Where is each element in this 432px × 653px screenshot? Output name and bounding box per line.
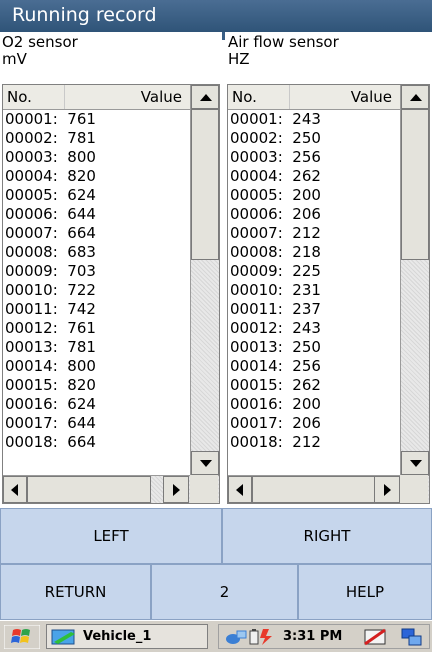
arrow-down-icon — [200, 460, 212, 467]
page-button[interactable]: 2 — [151, 564, 298, 620]
left-rows: 00001: 761 00002: 781 00003: 800 00004: … — [5, 110, 96, 452]
list-item[interactable]: 00002: 781 — [5, 129, 96, 148]
list-item[interactable]: 00007: 664 — [5, 224, 96, 243]
left-horizontal-scrollbar[interactable] — [3, 475, 219, 503]
left-sensor-header: O2 sensor mV — [2, 34, 78, 68]
list-item[interactable]: 00016: 624 — [5, 395, 96, 414]
right-horizontal-scrollbar[interactable] — [228, 475, 429, 503]
list-item[interactable]: 00013: 250 — [230, 338, 321, 357]
arrow-up-icon — [200, 94, 212, 101]
horizontal-scroll-thumb[interactable] — [252, 476, 376, 503]
scroll-right-button[interactable] — [374, 476, 400, 503]
list-item[interactable]: 00001: 761 — [5, 110, 96, 129]
right-vertical-scrollbar[interactable] — [400, 85, 429, 475]
list-item[interactable]: 00016: 200 — [230, 395, 321, 414]
right-sensor-unit: HZ — [228, 50, 250, 68]
column-value[interactable]: Value — [65, 85, 190, 109]
list-item[interactable]: 00003: 800 — [5, 148, 96, 167]
battery-icon[interactable] — [249, 628, 279, 650]
list-item[interactable]: 00001: 243 — [230, 110, 321, 129]
list-item[interactable]: 00009: 703 — [5, 262, 96, 281]
scroll-left-button[interactable] — [228, 476, 252, 503]
network-icon[interactable] — [225, 628, 247, 650]
list-item[interactable]: 00010: 722 — [5, 281, 96, 300]
list-item[interactable]: 00008: 218 — [230, 243, 321, 262]
taskbar-vehicle-label: Vehicle_1 — [83, 629, 152, 644]
list-item[interactable]: 00010: 231 — [230, 281, 321, 300]
arrow-down-icon — [410, 460, 422, 467]
list-item[interactable]: 00004: 262 — [230, 167, 321, 186]
list-item[interactable]: 00013: 781 — [5, 338, 96, 357]
arrow-right-icon — [384, 484, 391, 496]
list-item[interactable]: 00008: 683 — [5, 243, 96, 262]
help-button[interactable]: HELP — [298, 564, 432, 620]
right-button[interactable]: RIGHT — [222, 508, 432, 564]
scroll-up-button[interactable] — [401, 85, 429, 109]
windows-start-icon[interactable] — [3, 624, 41, 650]
clock[interactable]: 3:31 PM — [283, 629, 342, 644]
arrow-left-icon — [11, 484, 18, 496]
arrow-up-icon — [410, 94, 422, 101]
list-item[interactable]: 00007: 212 — [230, 224, 321, 243]
right-sensor-header: Air flow sensor HZ — [228, 34, 339, 68]
list-item[interactable]: 00015: 262 — [230, 376, 321, 395]
list-item[interactable]: 00006: 644 — [5, 205, 96, 224]
list-item[interactable]: 00018: 212 — [230, 433, 321, 452]
connection-icon[interactable] — [401, 628, 423, 650]
scrollbar-corner — [190, 475, 218, 503]
list-item[interactable]: 00017: 206 — [230, 414, 321, 433]
scroll-down-button[interactable] — [191, 451, 219, 475]
right-record-list[interactable]: No. Value 00001: 243 00002: 250 00003: 2… — [227, 84, 430, 504]
no-sync-icon[interactable] — [363, 628, 389, 650]
list-item[interactable]: 00018: 664 — [5, 433, 96, 452]
right-list-header: No. Value — [228, 85, 400, 110]
left-button[interactable]: LEFT — [0, 508, 222, 564]
list-item[interactable]: 00002: 250 — [230, 129, 321, 148]
return-button[interactable]: RETURN — [0, 564, 151, 620]
right-rows: 00001: 243 00002: 250 00003: 256 00004: … — [230, 110, 321, 452]
left-sensor-unit: mV — [2, 50, 27, 68]
scroll-thumb[interactable] — [191, 109, 219, 260]
left-list-header: No. Value — [3, 85, 190, 110]
left-vertical-scrollbar[interactable] — [190, 85, 219, 475]
column-no[interactable]: No. — [228, 85, 290, 109]
scroll-up-button[interactable] — [191, 85, 219, 109]
list-item[interactable]: 00003: 256 — [230, 148, 321, 167]
list-item[interactable]: 00011: 742 — [5, 300, 96, 319]
list-item[interactable]: 00011: 237 — [230, 300, 321, 319]
column-value[interactable]: Value — [290, 85, 400, 109]
left-sensor-name: O2 sensor — [2, 33, 78, 51]
list-item[interactable]: 00017: 644 — [5, 414, 96, 433]
list-item[interactable]: 00012: 761 — [5, 319, 96, 338]
header-divider — [222, 32, 225, 40]
list-item[interactable]: 00004: 820 — [5, 167, 96, 186]
scroll-thumb[interactable] — [401, 109, 429, 260]
right-sensor-name: Air flow sensor — [228, 33, 339, 51]
column-no[interactable]: No. — [3, 85, 65, 109]
list-item[interactable]: 00012: 243 — [230, 319, 321, 338]
scroll-down-button[interactable] — [401, 451, 429, 475]
list-item[interactable]: 00006: 206 — [230, 205, 321, 224]
window-title: Running record — [12, 4, 157, 26]
taskbar: Vehicle_1 3:31 PM — [0, 620, 432, 652]
arrow-right-icon — [173, 484, 180, 496]
horizontal-scroll-thumb[interactable] — [27, 476, 151, 503]
list-item[interactable]: 00014: 256 — [230, 357, 321, 376]
arrow-left-icon — [236, 484, 243, 496]
scroll-left-button[interactable] — [3, 476, 27, 503]
list-item[interactable]: 00005: 624 — [5, 186, 96, 205]
scroll-right-button[interactable] — [163, 476, 189, 503]
system-tray: 3:31 PM — [218, 624, 430, 649]
vehicle-app-icon — [51, 628, 79, 650]
scrollbar-corner — [400, 475, 428, 503]
left-record-list[interactable]: No. Value 00001: 761 00002: 781 00003: 8… — [2, 84, 220, 504]
list-item[interactable]: 00009: 225 — [230, 262, 321, 281]
list-item[interactable]: 00015: 820 — [5, 376, 96, 395]
taskbar-vehicle-button[interactable]: Vehicle_1 — [46, 624, 208, 649]
list-item[interactable]: 00014: 800 — [5, 357, 96, 376]
list-item[interactable]: 00005: 200 — [230, 186, 321, 205]
title-bar: Running record — [0, 0, 432, 32]
